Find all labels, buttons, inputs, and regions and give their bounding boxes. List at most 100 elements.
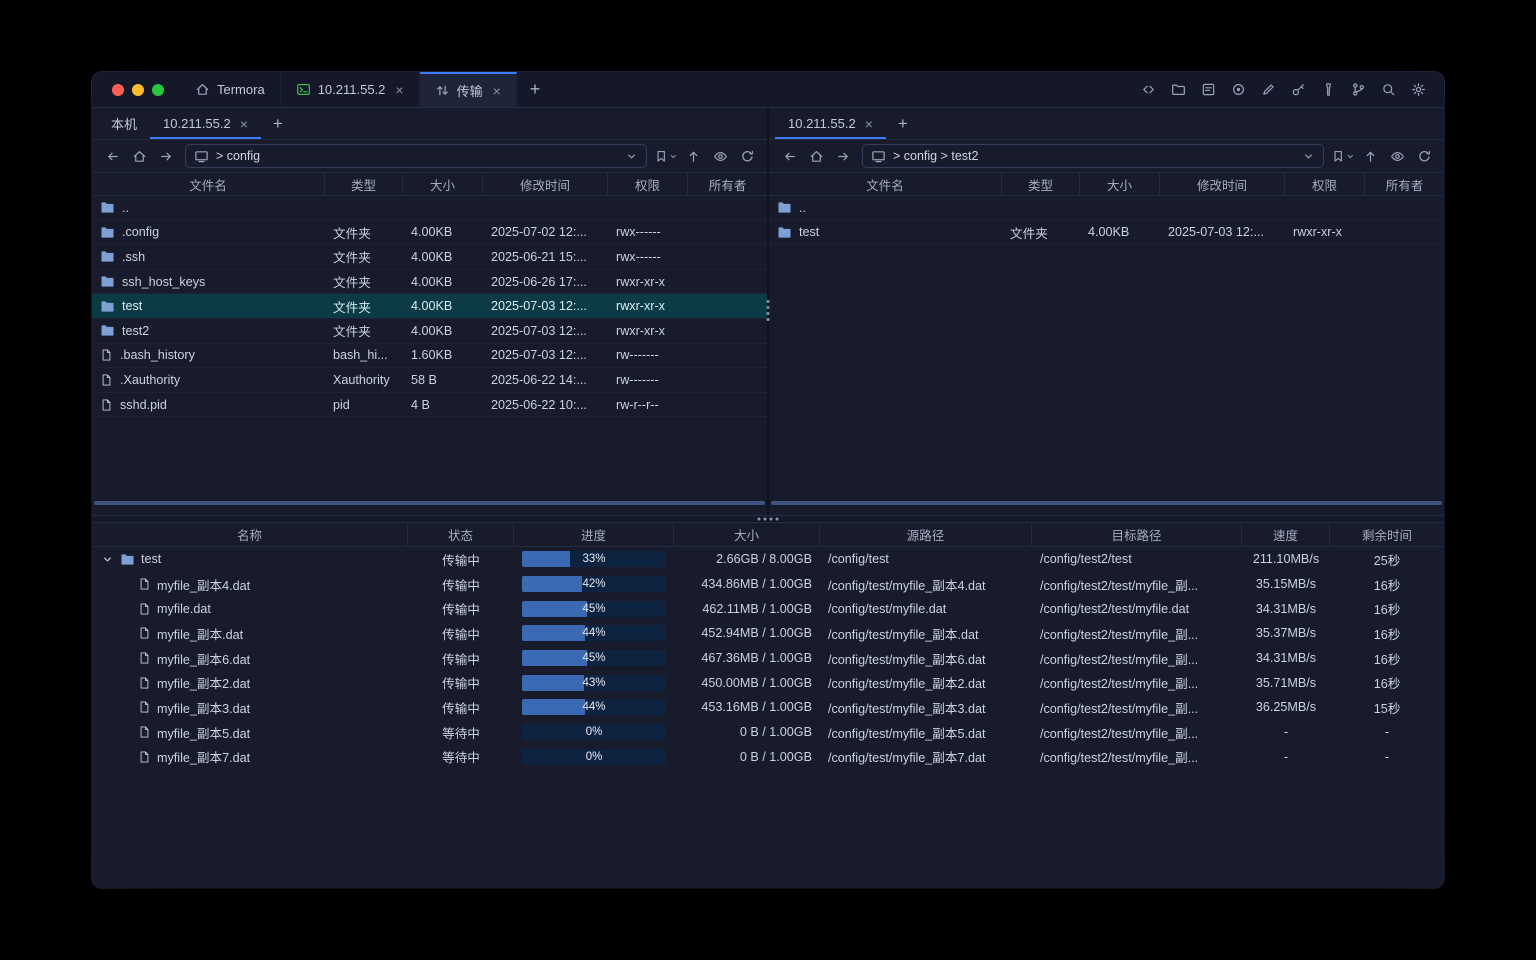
transfer-row[interactable]: myfile_副本3.dat传输中44%453.16MB / 1.00GB/co… [92,695,1444,720]
chevron-down-icon[interactable] [625,150,638,163]
transfer-row[interactable]: myfile_副本4.dat传输中42%434.86MB / 1.00GB/co… [92,572,1444,597]
transfer-row[interactable]: myfile.dat传输中45%462.11MB / 1.00GB/config… [92,596,1444,621]
refresh-button[interactable] [1412,144,1436,168]
upload-button[interactable] [1358,144,1382,168]
column-header[interactable]: 类型 [325,173,403,195]
transfer-splitter[interactable] [92,515,1444,523]
code-icon[interactable] [1136,78,1160,102]
panel-tab[interactable]: 本机 [98,108,150,139]
close-tab-icon[interactable]: × [493,84,501,98]
column-header[interactable]: 所有者 [1365,173,1444,195]
branch-icon[interactable] [1346,78,1370,102]
file-size: 4.00KB [403,245,483,269]
file-row[interactable]: .ssh文件夹4.00KB2025-06-21 15:...rwx------ [92,245,767,270]
panel-tab-label: 10.211.55.2 [163,116,231,131]
close-window-button[interactable] [112,84,124,96]
splitter-grip-icon[interactable] [758,518,779,521]
transfer-row[interactable]: myfile_副本7.dat等待中0%0 B / 1.00GB/config/t… [92,745,1444,770]
close-tab-icon[interactable]: × [395,83,403,97]
column-header[interactable]: 文件名 [92,173,325,195]
show-hidden-button[interactable] [708,144,732,168]
home-button[interactable] [804,144,828,168]
panel-tab[interactable]: 10.211.55.2 × [150,108,261,139]
column-header[interactable]: 修改时间 [483,173,608,195]
file-row[interactable]: sshd.pidpid4 B2025-06-22 10:...rw-r--r-- [92,393,767,418]
transfer-row[interactable]: myfile_副本5.dat等待中0%0 B / 1.00GB/config/t… [92,720,1444,745]
column-header[interactable]: 权限 [1285,173,1365,195]
column-header[interactable]: 修改时间 [1160,173,1285,195]
column-header[interactable]: 名称 [92,523,408,546]
column-header[interactable]: 大小 [403,173,483,195]
horizontal-scrollbar[interactable] [94,501,765,505]
search-icon[interactable] [1376,78,1400,102]
edit-icon[interactable] [1256,78,1280,102]
horizontal-scrollbar[interactable] [771,501,1442,505]
file-row[interactable]: test文件夹4.00KB2025-07-03 12:...rwxr-xr-x [769,221,1444,246]
titlebar-tab[interactable]: 传输× [420,72,517,107]
titlebar-tab[interactable]: Termora [180,72,281,107]
column-header[interactable]: 速度 [1242,523,1330,546]
forward-button[interactable] [154,144,178,168]
back-button[interactable] [100,144,124,168]
minimize-window-button[interactable] [132,84,144,96]
titlebar-tab[interactable]: 10.211.55.2× [281,72,420,107]
column-header[interactable]: 所有者 [688,173,767,195]
file-row[interactable]: .. [92,196,767,221]
transfer-source: /config/test/myfile_副本3.dat [820,695,1032,720]
transfer-row[interactable]: myfile_副本6.dat传输中45%467.36MB / 1.00GB/co… [92,646,1444,671]
close-tab-icon[interactable]: × [240,117,248,131]
file-row[interactable]: .XauthorityXauthority58 B2025-06-22 14:.… [92,368,767,393]
path-field[interactable]: > config > test2 [862,144,1324,168]
file-row[interactable]: test文件夹4.00KB2025-07-03 12:...rwxr-xr-x [92,294,767,319]
new-panel-tab-button[interactable]: + [886,108,920,139]
zoom-window-button[interactable] [152,84,164,96]
bookmark-button[interactable] [654,144,678,168]
column-header[interactable]: 权限 [608,173,688,195]
transfer-row[interactable]: myfile_副本.dat传输中44%452.94MB / 1.00GB/con… [92,621,1444,646]
column-header[interactable]: 大小 [674,523,820,546]
log-icon[interactable] [1196,78,1220,102]
column-header[interactable]: 大小 [1080,173,1160,195]
file-row[interactable]: .bash_historybash_hi...1.60KB2025-07-03 … [92,344,767,369]
column-header[interactable]: 进度 [514,523,674,546]
new-tab-button[interactable]: + [517,72,554,107]
expand-chevron-icon[interactable] [100,553,114,566]
column-header[interactable]: 剩余时间 [1330,523,1444,546]
file-row[interactable]: ssh_host_keys文件夹4.00KB2025-06-26 17:...r… [92,270,767,295]
file-perm: rwxr-xr-x [608,294,688,318]
column-header[interactable]: 文件名 [769,173,1002,195]
column-header[interactable]: 状态 [408,523,514,546]
file-row[interactable]: .config文件夹4.00KB2025-07-02 12:...rwx----… [92,221,767,246]
refresh-button[interactable] [735,144,759,168]
transfer-eta: 15秒 [1330,695,1444,720]
path-field[interactable]: > config [185,144,647,168]
folder-icon[interactable] [1166,78,1190,102]
file-row[interactable]: test2文件夹4.00KB2025-07-03 12:...rwxr-xr-x [92,319,767,344]
record-icon[interactable] [1226,78,1250,102]
transfer-row[interactable]: test传输中33%2.66GB / 8.00GB/config/test/co… [92,547,1444,572]
transfer-size: 434.86MB / 1.00GB [674,572,820,597]
column-header[interactable]: 源路径 [820,523,1032,546]
upload-button[interactable] [681,144,705,168]
bookmark-button[interactable] [1331,144,1355,168]
file-type: Xauthority [325,368,403,392]
close-tab-icon[interactable]: × [865,117,873,131]
splitter-grip-icon[interactable] [767,300,770,321]
file-type: bash_hi... [325,344,403,368]
key-icon[interactable] [1286,78,1310,102]
flashlight-icon[interactable] [1316,78,1340,102]
transfer-target: /config/test2/test/myfile_副... [1032,572,1242,597]
column-header[interactable]: 类型 [1002,173,1080,195]
show-hidden-button[interactable] [1385,144,1409,168]
transfer-source: /config/test/myfile_副本2.dat [820,670,1032,695]
new-panel-tab-button[interactable]: + [261,108,295,139]
settings-icon[interactable] [1406,78,1430,102]
file-row[interactable]: .. [769,196,1444,221]
forward-button[interactable] [831,144,855,168]
back-button[interactable] [777,144,801,168]
panel-tab[interactable]: 10.211.55.2× [775,108,886,139]
column-header[interactable]: 目标路径 [1032,523,1242,546]
chevron-down-icon[interactable] [1302,150,1315,163]
transfer-row[interactable]: myfile_副本2.dat传输中43%450.00MB / 1.00GB/co… [92,670,1444,695]
home-button[interactable] [127,144,151,168]
